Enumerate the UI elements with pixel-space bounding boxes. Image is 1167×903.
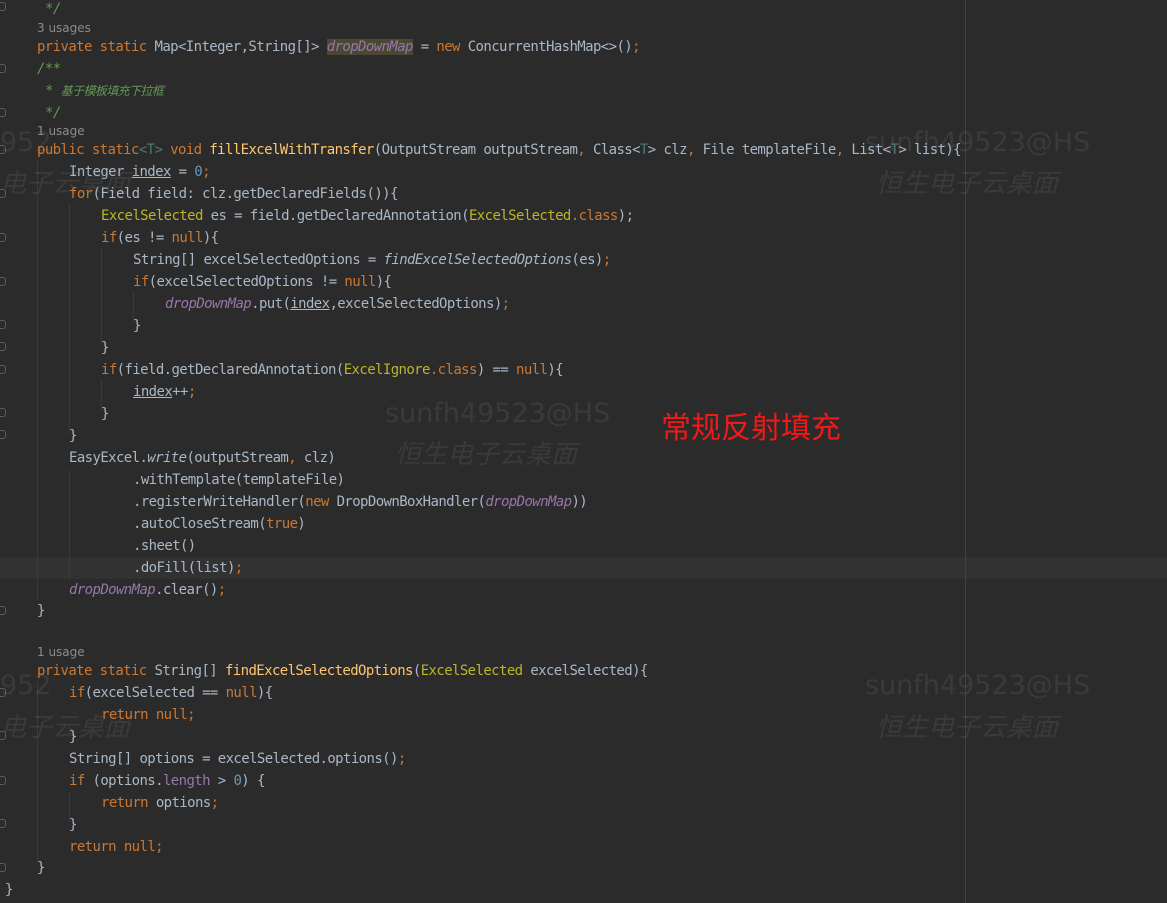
code-line[interactable]: return options; (101, 792, 219, 814)
watermark-desktop: 恒生电子云桌面 (876, 169, 1059, 199)
fold-marker-icon[interactable] (0, 863, 6, 872)
code-line[interactable]: */ (45, 102, 61, 124)
code-line[interactable]: for(Field field: clz.getDeclaredFields()… (69, 183, 398, 205)
code-line[interactable]: } (69, 726, 77, 748)
code-line[interactable]: dropDownMap.clear(); (69, 579, 226, 601)
code-line[interactable]: private static Map<Integer,String[]> dro… (37, 36, 641, 58)
code-line[interactable]: if(excelSelectedOptions != null){ (133, 271, 392, 293)
fold-marker-icon[interactable] (0, 277, 6, 286)
fold-marker-icon[interactable] (0, 233, 6, 242)
code-line[interactable]: dropDownMap.put(index,excelSelectedOptio… (165, 293, 510, 315)
code-line[interactable]: EasyExcel.write(outputStream, clz) (69, 447, 336, 469)
code-line[interactable]: */ (45, 0, 61, 20)
usages-hint[interactable]: 1 usage (37, 122, 85, 140)
watermark-desktop: 恒生电子云桌面 (876, 713, 1059, 743)
indent-guide (69, 470, 70, 580)
fold-marker-icon[interactable] (0, 342, 6, 351)
code-line[interactable]: .withTemplate(templateFile) (133, 469, 345, 491)
code-editor[interactable]: sunfh49523@HS 恒生电子云桌面 sunfh49523@HS 恒生电子… (0, 0, 1167, 903)
code-line[interactable]: index++; (133, 381, 196, 403)
code-line[interactable]: return null; (101, 704, 196, 726)
watermark-user: sunfh49523@HS (385, 398, 611, 429)
annotation-label: 常规反射填充 (661, 411, 841, 446)
fold-marker-icon[interactable] (0, 108, 6, 117)
code-line[interactable]: .sheet() (133, 535, 196, 557)
code-line[interactable]: if (options.length > 0) { (69, 770, 265, 792)
code-line[interactable]: } (5, 879, 13, 901)
code-line[interactable]: .registerWriteHandler(new DropDownBoxHan… (133, 491, 588, 513)
fold-marker-icon[interactable] (0, 606, 6, 615)
code-line[interactable]: return null; (69, 836, 164, 858)
code-line[interactable]: } (69, 814, 77, 836)
usages-hint[interactable]: 3 usages (37, 19, 91, 37)
code-line[interactable]: } (101, 337, 109, 359)
fold-marker-icon[interactable] (0, 408, 6, 417)
code-line[interactable]: .autoCloseStream(true) (133, 513, 306, 535)
code-line[interactable]: private static String[] findExcelSelecte… (37, 660, 648, 682)
watermark-user: sunfh49523@HS (865, 670, 1091, 701)
code-line[interactable]: ExcelSelected es = field.getDeclaredAnno… (101, 205, 634, 227)
fold-marker-icon[interactable] (0, 320, 6, 329)
code-line[interactable]: .doFill(list); (133, 557, 243, 579)
watermark-desktop: 恒生电子云桌面 (395, 440, 578, 470)
code-line[interactable]: } (37, 857, 45, 879)
fold-marker-icon[interactable] (0, 819, 6, 828)
code-line[interactable]: public static<T> void fillExcelWithTrans… (37, 139, 962, 161)
code-line[interactable]: } (101, 403, 109, 425)
indent-guide (69, 204, 70, 434)
code-line[interactable]: String[] excelSelectedOptions = findExce… (133, 249, 611, 271)
code-line[interactable]: } (37, 600, 45, 622)
code-line[interactable]: /** (37, 58, 61, 80)
code-line[interactable]: String[] options = excelSelected.options… (69, 748, 406, 770)
indent-guide (37, 160, 38, 600)
code-line[interactable]: if(excelSelected == null){ (69, 682, 273, 704)
code-line[interactable]: Integer index = 0; (69, 161, 211, 183)
code-line[interactable]: } (133, 315, 141, 337)
code-line[interactable]: if(field.getDeclaredAnnotation(ExcelIgno… (101, 359, 564, 381)
code-line[interactable]: } (69, 425, 77, 447)
fold-marker-icon[interactable] (0, 64, 6, 73)
code-line[interactable]: * 基于模板填充下拉框 (45, 80, 164, 102)
usages-hint[interactable]: 1 usage (37, 643, 85, 661)
fold-marker-icon[interactable] (0, 776, 6, 785)
code-line[interactable]: if(es != null){ (101, 227, 219, 249)
fold-marker-icon[interactable] (0, 2, 6, 11)
fold-marker-icon[interactable] (0, 430, 6, 439)
indent-guide (101, 248, 102, 344)
fold-marker-icon[interactable] (0, 365, 6, 374)
